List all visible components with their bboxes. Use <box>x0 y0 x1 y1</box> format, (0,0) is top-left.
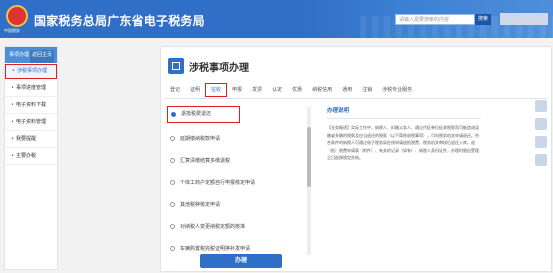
guide-title: 办理说明 <box>327 104 481 119</box>
top-icon[interactable] <box>535 154 547 166</box>
user-name[interactable]: 用户 <box>500 13 548 25</box>
sidebar-title: 事项办理 <box>9 52 30 58</box>
bullet-icon: • <box>12 68 15 74</box>
bullet-icon: • <box>11 85 14 91</box>
bullet-icon: • <box>11 119 14 125</box>
tab-general[interactable]: 通用 <box>337 82 357 98</box>
tab-registration[interactable]: 登记 <box>165 82 185 98</box>
sidebar-header: 事项办理 返回主页 <box>5 47 57 63</box>
option-settlement-refund[interactable]: 汇算清缴结算多缴退税 <box>167 150 313 172</box>
option-label: 车辆购置税完税证明换补发申请 <box>180 246 251 252</box>
document-icon <box>168 58 184 74</box>
sidebar-item-reminders[interactable]: • 我要提醒 <box>5 131 57 148</box>
side-toolbar <box>535 100 547 172</box>
option-label: 延期缴纳税款申请 <box>180 136 221 142</box>
site-title: 国家税务总局广东省电子税务局 <box>34 14 205 28</box>
phone-icon[interactable] <box>535 136 547 148</box>
sidebar-item-label: 事项进度管理 <box>15 85 46 91</box>
tab-collection[interactable]: 征收 <box>205 83 228 97</box>
chat-icon[interactable] <box>535 118 547 130</box>
sidebar-item-label: 电子资料管理 <box>15 119 46 125</box>
sidebar-item-materials[interactable]: • 电子资料管理 <box>5 114 57 131</box>
radio-icon[interactable] <box>170 136 175 141</box>
option-label: 退抵税费退还 <box>181 111 212 117</box>
option-other-tax[interactable]: 其他税种核定申请 <box>167 194 313 216</box>
radio-icon[interactable] <box>170 202 175 207</box>
tab-recognition[interactable]: 认定 <box>267 82 287 98</box>
tab-preferential[interactable]: 优惠 <box>287 82 307 98</box>
option-refund[interactable]: 退抵税费退还 <box>167 106 240 123</box>
sidebar-item-label: 涉税事项办理 <box>16 68 47 74</box>
radio-icon[interactable] <box>170 246 175 251</box>
option-fixed-quota[interactable]: 个体工商户定额自行申报核定申请 <box>167 172 313 194</box>
sidebar-item-main[interactable]: • 主要办税 <box>5 148 57 165</box>
guide-body: 【业务概述】实际工作中，纳税人、扣缴义务人、通过代征单位征收税款而可能造成误缴或… <box>327 125 479 160</box>
matter-option-list: 退抵税费退还 延期缴纳税款申请 汇算清缴结算多缴退税 个体工商户定额自行申报核定… <box>167 104 313 252</box>
tax-emblem-icon <box>6 5 28 27</box>
search-input[interactable]: 请输入需要搜索的内容 <box>395 14 475 25</box>
scrollbar-thumb[interactable] <box>307 127 311 187</box>
help-icon[interactable] <box>535 100 547 112</box>
option-label: 其他税种核定申请 <box>180 202 221 208</box>
search-button[interactable]: 搜索 <box>475 14 491 25</box>
sidebar-item-label: 主要办税 <box>15 153 36 159</box>
submit-button[interactable]: 办理 <box>200 254 282 268</box>
option-quota-change[interactable]: 对纳税人变更纳税定额的核准 <box>167 216 313 238</box>
sidebar-item-label: 电子资料下载 <box>15 102 46 108</box>
bullet-icon: • <box>11 153 14 159</box>
radio-icon[interactable] <box>170 180 175 185</box>
site-header: 中国税务 国家税务总局广东省电子税务局 请输入需要搜索的内容 搜索 用户 <box>0 0 553 38</box>
option-label: 个体工商户定额自行申报核定申请 <box>180 180 256 186</box>
tab-certificate[interactable]: 证明 <box>185 82 205 98</box>
tab-declaration[interactable]: 申报 <box>227 82 247 98</box>
guide-panel: 办理说明 【业务概述】实际工作中，纳税人、扣缴义务人、通过代征单位征收税款而可能… <box>327 104 481 252</box>
main-panel: 涉税事项办理 登记 证明 征收 申报 发票 认定 优惠 纳税信用 通用 注销 涉… <box>160 46 552 272</box>
list-scrollbar[interactable] <box>307 107 311 255</box>
tab-professional-service[interactable]: 涉税专业服务 <box>377 82 417 98</box>
option-label: 汇算清缴结算多缴退税 <box>180 158 231 164</box>
sidebar-item-progress[interactable]: • 事项进度管理 <box>5 80 57 97</box>
emblem-caption: 中国税务 <box>4 28 20 33</box>
back-home-button[interactable]: 返回主页 <box>29 50 54 63</box>
bullet-icon: • <box>11 136 14 142</box>
option-deferred-payment[interactable]: 延期缴纳税款申请 <box>167 128 313 150</box>
sidebar-item-tax-matters[interactable]: • 涉税事项办理 <box>5 64 57 79</box>
radio-selected-icon[interactable] <box>171 112 176 117</box>
tab-credit[interactable]: 纳税信用 <box>307 82 337 98</box>
sidebar-item-downloads[interactable]: • 电子资料下载 <box>5 97 57 114</box>
radio-icon[interactable] <box>170 224 175 229</box>
page-title: 涉税事项办理 <box>189 63 249 74</box>
category-tabs: 登记 证明 征收 申报 发票 认定 优惠 纳税信用 通用 注销 涉税专业服务 <box>165 82 547 99</box>
sidebar-item-label: 我要提醒 <box>15 136 36 142</box>
radio-icon[interactable] <box>170 158 175 163</box>
tab-invoice[interactable]: 发票 <box>247 82 267 98</box>
option-label: 对纳税人变更纳税定额的核准 <box>180 224 246 230</box>
tab-cancellation[interactable]: 注销 <box>357 82 377 98</box>
bullet-icon: • <box>11 102 14 108</box>
sidebar: 事项办理 返回主页 • 涉税事项办理 • 事项进度管理 • 电子资料下载 • 电子资料管… <box>4 46 58 270</box>
